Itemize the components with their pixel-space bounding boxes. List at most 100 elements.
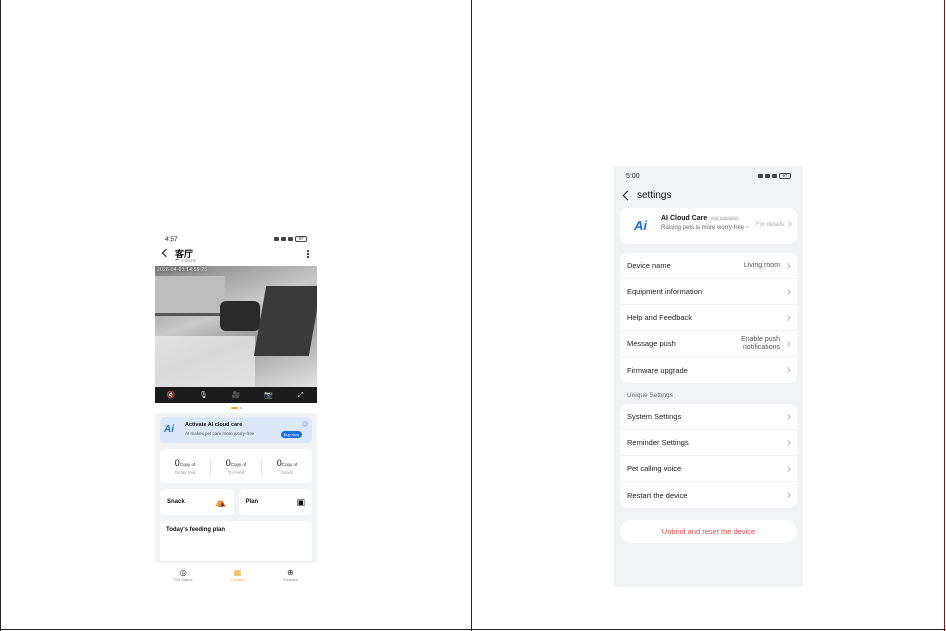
mute-icon[interactable]: 🔇	[166, 392, 176, 399]
action-cards: Snack ⛺ Plan ▣	[160, 489, 312, 515]
tab-label: Camera	[230, 577, 245, 582]
status-time: 4:57	[165, 235, 178, 243]
tab-pet-status[interactable]: ◎ Pet Status	[174, 568, 192, 582]
chevron-right-icon	[785, 492, 791, 498]
section-title: Unique Settings	[627, 392, 673, 399]
tab-camera[interactable]: ▦ Camera	[230, 568, 244, 582]
stat-unit: Copy of	[281, 461, 298, 467]
device-content: Ai Activate AI cloud care AI makes pet c…	[155, 413, 317, 573]
chevron-right-icon	[785, 340, 791, 347]
status-time: 5:00	[626, 172, 640, 180]
bottom-tab-bar: ◎ Pet Status ▦ Camera ⊕ Function	[155, 563, 317, 587]
tab-function[interactable]: ⊕ Function	[283, 568, 298, 582]
stat-to-feed: 0Copy of To Feed	[211, 457, 262, 475]
settings-item-firmware-upgrade[interactable]: Firmware upgrade	[620, 357, 797, 383]
back-arrow-icon[interactable]	[161, 248, 171, 258]
settings-item-label: Restart the device	[627, 490, 688, 500]
chevron-right-icon	[785, 465, 791, 472]
wifi-small-icon	[175, 259, 179, 262]
snack-card[interactable]: Snack ⛺	[160, 489, 234, 515]
fullscreen-icon[interactable]: ⤢	[296, 392, 306, 399]
ai-card-title: AI Cloud Care	[661, 215, 708, 222]
buy-now-button[interactable]: Buy now	[280, 431, 302, 438]
snack-label: Snack	[167, 499, 185, 505]
right-phone-screen: 5:00 97 settings Ai AI Cloud Care Not act…	[614, 166, 803, 587]
plan-card[interactable]: Plan ▣	[238, 489, 312, 515]
status-badge: Not activated	[709, 216, 740, 221]
settings-item-reminder-settings[interactable]: Reminder Settings	[620, 430, 797, 456]
settings-item-label: Help and Feedback	[627, 313, 693, 322]
feeding-plan-title: Today's feeding plan	[166, 527, 225, 533]
settings-item-label: Firmware upgrade	[627, 365, 688, 375]
ai-cloud-banner[interactable]: Ai Activate AI cloud care AI makes pet c…	[160, 417, 312, 443]
video-scene-chair	[253, 286, 317, 356]
status-icons: 97	[274, 236, 307, 242]
ai-banner-title: Activate AI cloud care	[185, 422, 243, 428]
wifi-icon	[288, 237, 293, 241]
left-phone-screen: 4:57 97 客厅 2.4GHz 2026-04-03 14:59:25 🔇 …	[155, 232, 317, 587]
frame-line-right	[944, 0, 945, 631]
chevron-right-icon	[785, 367, 791, 373]
frame-line-middle	[471, 0, 472, 631]
chevron-right-icon	[785, 413, 791, 420]
close-icon[interactable]: ×	[302, 421, 308, 427]
stat-unit: Copy of	[230, 461, 247, 467]
snapshot-icon[interactable]: 📷	[263, 392, 273, 399]
settings-item-label: Pet calling voice	[627, 464, 682, 473]
stat-label: Snack	[280, 469, 294, 475]
stat-today-fed: 0Copy of Today Fed	[160, 457, 211, 475]
camera-tab-icon: ▦	[233, 568, 242, 577]
tab-label: Function	[282, 577, 298, 582]
chevron-right-icon	[785, 439, 791, 446]
general-settings-group: Device name Living room Equipment inform…	[620, 253, 797, 383]
record-icon[interactable]: 🎥	[231, 392, 241, 399]
ai-logo-icon: Ai	[164, 424, 174, 435]
settings-item-message-push[interactable]: Message push Enable push notifications	[620, 331, 797, 357]
live-video-feed[interactable]: 2026-04-03 14:59:25	[155, 266, 317, 387]
notification-icon	[758, 174, 763, 178]
stat-snack: 0Copy of Snack	[262, 458, 312, 475]
for-details-link[interactable]: For details	[756, 221, 792, 228]
unique-settings-group: System Settings Reminder Settings Pet ca…	[620, 404, 797, 508]
frame-line-left	[0, 0, 1, 631]
unbind-reset-button[interactable]: Unbind and reset the device	[620, 520, 797, 543]
battery-icon: 97	[295, 236, 307, 242]
page-title: settings	[637, 190, 672, 201]
settings-item-equipment-information[interactable]: Equipment information	[620, 279, 797, 305]
video-scene-floor	[155, 336, 255, 387]
stat-label: To Feed	[227, 469, 245, 475]
ai-cloud-care-card[interactable]: Ai AI Cloud Care Not activated Raising pe…	[620, 208, 797, 244]
stat-label: Today Fed	[174, 469, 196, 475]
device-header: 客厅 2.4GHz	[155, 246, 317, 266]
settings-item-system-settings[interactable]: System Settings	[620, 404, 797, 430]
tab-label: Pet Status	[173, 577, 193, 582]
chevron-right-icon	[785, 262, 791, 269]
settings-item-value: Living room	[743, 261, 780, 269]
wifi-icon	[772, 174, 777, 178]
plan-label: Plan	[245, 499, 259, 505]
pet-status-icon: ◎	[179, 568, 187, 577]
page-indicator	[155, 403, 317, 413]
page-dot-active	[230, 407, 238, 409]
video-scene-chair	[220, 301, 260, 331]
video-timestamp: 2026-04-03 14:59:25	[157, 267, 208, 273]
signal-icon	[765, 174, 770, 178]
settings-item-value: Enable push notifications	[741, 335, 780, 351]
settings-item-pet-calling-voice[interactable]: Pet calling voice	[620, 456, 797, 482]
settings-item-label: Message push	[627, 339, 676, 348]
signal-icon	[281, 237, 286, 241]
settings-item-device-name[interactable]: Device name Living room	[620, 253, 797, 279]
settings-item-help-feedback[interactable]: Help and Feedback	[620, 305, 797, 331]
feeding-plan-card[interactable]: Today's feeding plan	[160, 521, 312, 561]
microphone-icon[interactable]: 🎙	[199, 392, 209, 399]
page: 4:57 97 客厅 2.4GHz 2026-04-03 14:59:25 🔇 …	[0, 0, 946, 631]
calendar-icon: ▣	[296, 496, 305, 507]
settings-item-restart-device[interactable]: Restart the device	[620, 482, 797, 508]
frame-line-bottom	[0, 629, 946, 630]
wifi-status: 2.4GHz	[175, 258, 196, 263]
back-arrow-icon[interactable]	[622, 190, 633, 201]
page-dot	[239, 407, 242, 409]
more-menu-icon[interactable]	[307, 250, 309, 259]
settings-item-label: System Settings	[627, 412, 682, 421]
feeding-stats: 0Copy of Today Fed 0Copy of To Feed 0Cop…	[160, 449, 312, 483]
